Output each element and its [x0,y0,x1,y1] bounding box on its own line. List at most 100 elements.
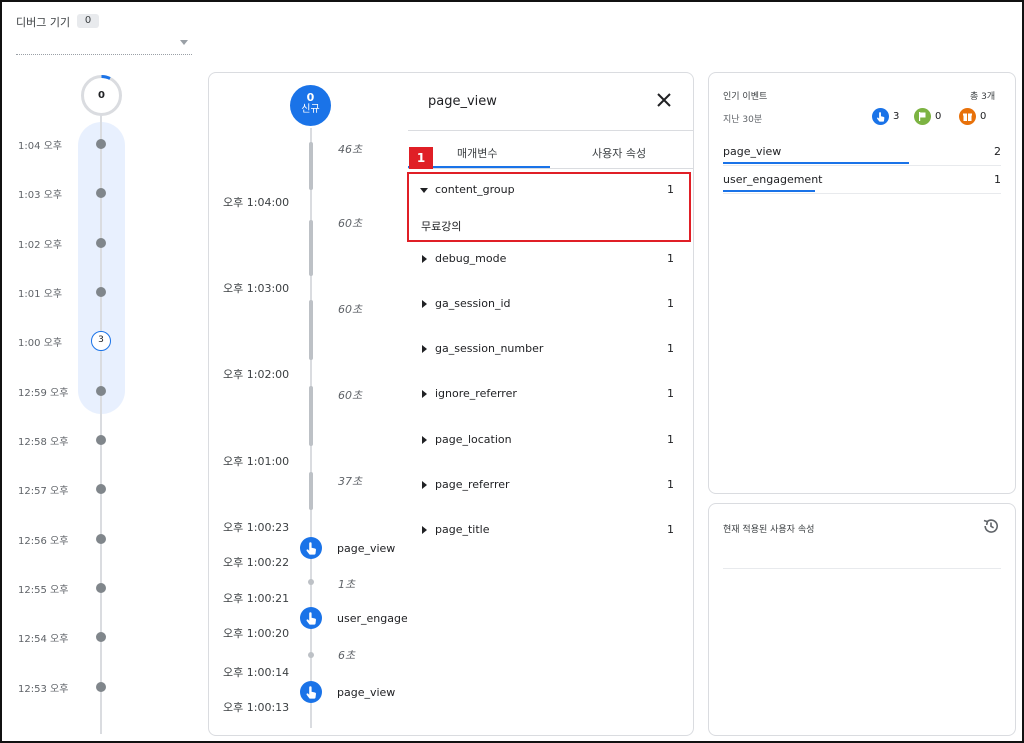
top-events-panel [708,72,1016,494]
duration-segment [309,220,313,276]
minute-label: 12:56 오후 [18,536,69,547]
minute-row[interactable]: 1:01 오후 [2,282,202,302]
parameter-row-page-referrer[interactable]: page_referrer 1 [408,475,688,497]
time-label: 오후 1:04:00 [223,196,290,209]
duration-segment [309,386,313,446]
duration-segment [309,472,313,510]
expand-right-icon [422,345,427,353]
parameter-name: ignore_referrer [435,387,517,400]
new-events-count: 0 [306,91,315,104]
tab-parameters[interactable]: 매개변수 [457,145,497,161]
parameter-name: page_referrer [435,478,510,491]
flag-icon [914,108,931,125]
gift-icon [959,108,976,125]
minute-dot [96,287,106,297]
minute-dot [96,484,106,494]
debug-devices-count: 0 [77,14,99,28]
duration-label: 60초 [338,389,363,402]
minute-label: 12:58 오후 [18,437,69,448]
minute-dot [96,632,106,642]
time-label: 오후 1:00:13 [223,701,290,714]
chevron-down-icon [180,40,188,45]
event-name[interactable]: user_engagement [337,612,407,625]
minute-label: 1:02 오후 [18,240,63,251]
details-divider [408,130,694,131]
annotation-highlight-box [407,172,691,242]
expand-right-icon [422,255,427,263]
time-label: 오후 1:00:23 [223,521,290,534]
top-event-share-bar [723,190,815,192]
top-event-count: 1 [994,173,1001,186]
category-count: 3 [893,111,900,122]
debug-device-select[interactable] [16,37,192,55]
duration-label: 46초 [338,143,363,156]
parameter-name: page_title [435,523,490,536]
parameter-row-page-title[interactable]: page_title 1 [408,520,688,542]
top-event-share-bar [723,162,909,164]
minute-row[interactable]: 1:04 오후 [2,134,202,154]
minute-row[interactable]: 12:56 오후 [2,529,202,549]
minute-row[interactable]: 12:57 오후 [2,479,202,499]
event-touch-icon[interactable] [300,537,322,559]
expand-right-icon [422,436,427,444]
category-count: 0 [935,111,942,122]
category-gift: 0 [959,108,999,126]
minute-label: 12:57 오후 [18,486,69,497]
duration-segment [309,142,313,190]
category-count: 0 [980,111,987,122]
event-name[interactable]: page_view [337,686,407,699]
new-events-indicator[interactable]: 0 신규 [290,85,331,126]
close-icon [657,93,671,107]
minute-row[interactable]: 12:53 오후 [2,677,202,697]
expand-right-icon [422,300,427,308]
parameter-count: 1 [667,252,674,265]
time-label: 오후 1:00:20 [223,627,290,640]
expand-right-icon [422,390,427,398]
expand-right-icon [422,481,427,489]
user-properties-title: 현재 적용된 사용자 속성 [723,525,815,535]
minute-row[interactable]: 12:54 오후 [2,627,202,647]
debugview-window: 디버그 기기 0 0 1:04 오후 1:03 오후 1:02 오후 1:01 … [0,0,1024,743]
top-event-row[interactable]: page_view 2 [723,143,1001,167]
time-label: 오후 1:01:00 [223,455,290,468]
time-label: 오후 1:02:00 [223,368,290,381]
duration-label: 60초 [338,303,363,316]
time-label: 오후 1:00:14 [223,666,290,679]
minute-row[interactable]: 12:59 오후 [2,381,202,401]
parameter-row-page-location[interactable]: page_location 1 [408,430,688,452]
minute-row[interactable]: 1:00 오후 3 [2,331,202,351]
tab-user-properties[interactable]: 사용자 속성 [592,145,646,161]
parameter-count: 1 [667,433,674,446]
history-button[interactable] [982,517,1000,535]
top-event-row[interactable]: user_engagement 1 [723,171,1001,195]
event-touch-icon[interactable] [300,681,322,703]
event-details-title: page_view [428,94,497,109]
gap-dot [308,579,314,585]
category-flag: 0 [914,108,954,126]
parameter-row-ga-session-number[interactable]: ga_session_number 1 [408,339,688,361]
event-touch-icon[interactable] [300,607,322,629]
top-event-name: page_view [723,145,782,158]
event-name[interactable]: page_view [337,542,407,555]
time-label: 오후 1:03:00 [223,282,290,295]
top-events-total: 총 3개 [970,92,996,102]
parameter-row-ga-session-id[interactable]: ga_session_id 1 [408,294,688,316]
minute-dot [96,188,106,198]
parameter-count: 1 [667,342,674,355]
parameter-name: page_location [435,433,512,446]
minute-label: 1:04 오후 [18,141,63,152]
minute-row[interactable]: 12:55 오후 [2,578,202,598]
duration-label: 37초 [338,475,363,488]
parameter-row-ignore-referrer[interactable]: ignore_referrer 1 [408,384,688,406]
minute-dot [96,386,106,396]
parameter-row-debug-mode[interactable]: debug_mode 1 [408,249,688,271]
minute-label: 1:01 오후 [18,289,63,300]
minute-row[interactable]: 1:02 오후 [2,233,202,253]
close-button[interactable] [654,90,674,110]
tabs-divider [408,168,694,169]
minute-event-count-badge: 3 [91,331,111,351]
minute-row[interactable]: 12:58 오후 [2,430,202,450]
duration-label: 60초 [338,217,363,230]
minute-row[interactable]: 1:03 오후 [2,183,202,203]
parameter-count: 1 [667,387,674,400]
